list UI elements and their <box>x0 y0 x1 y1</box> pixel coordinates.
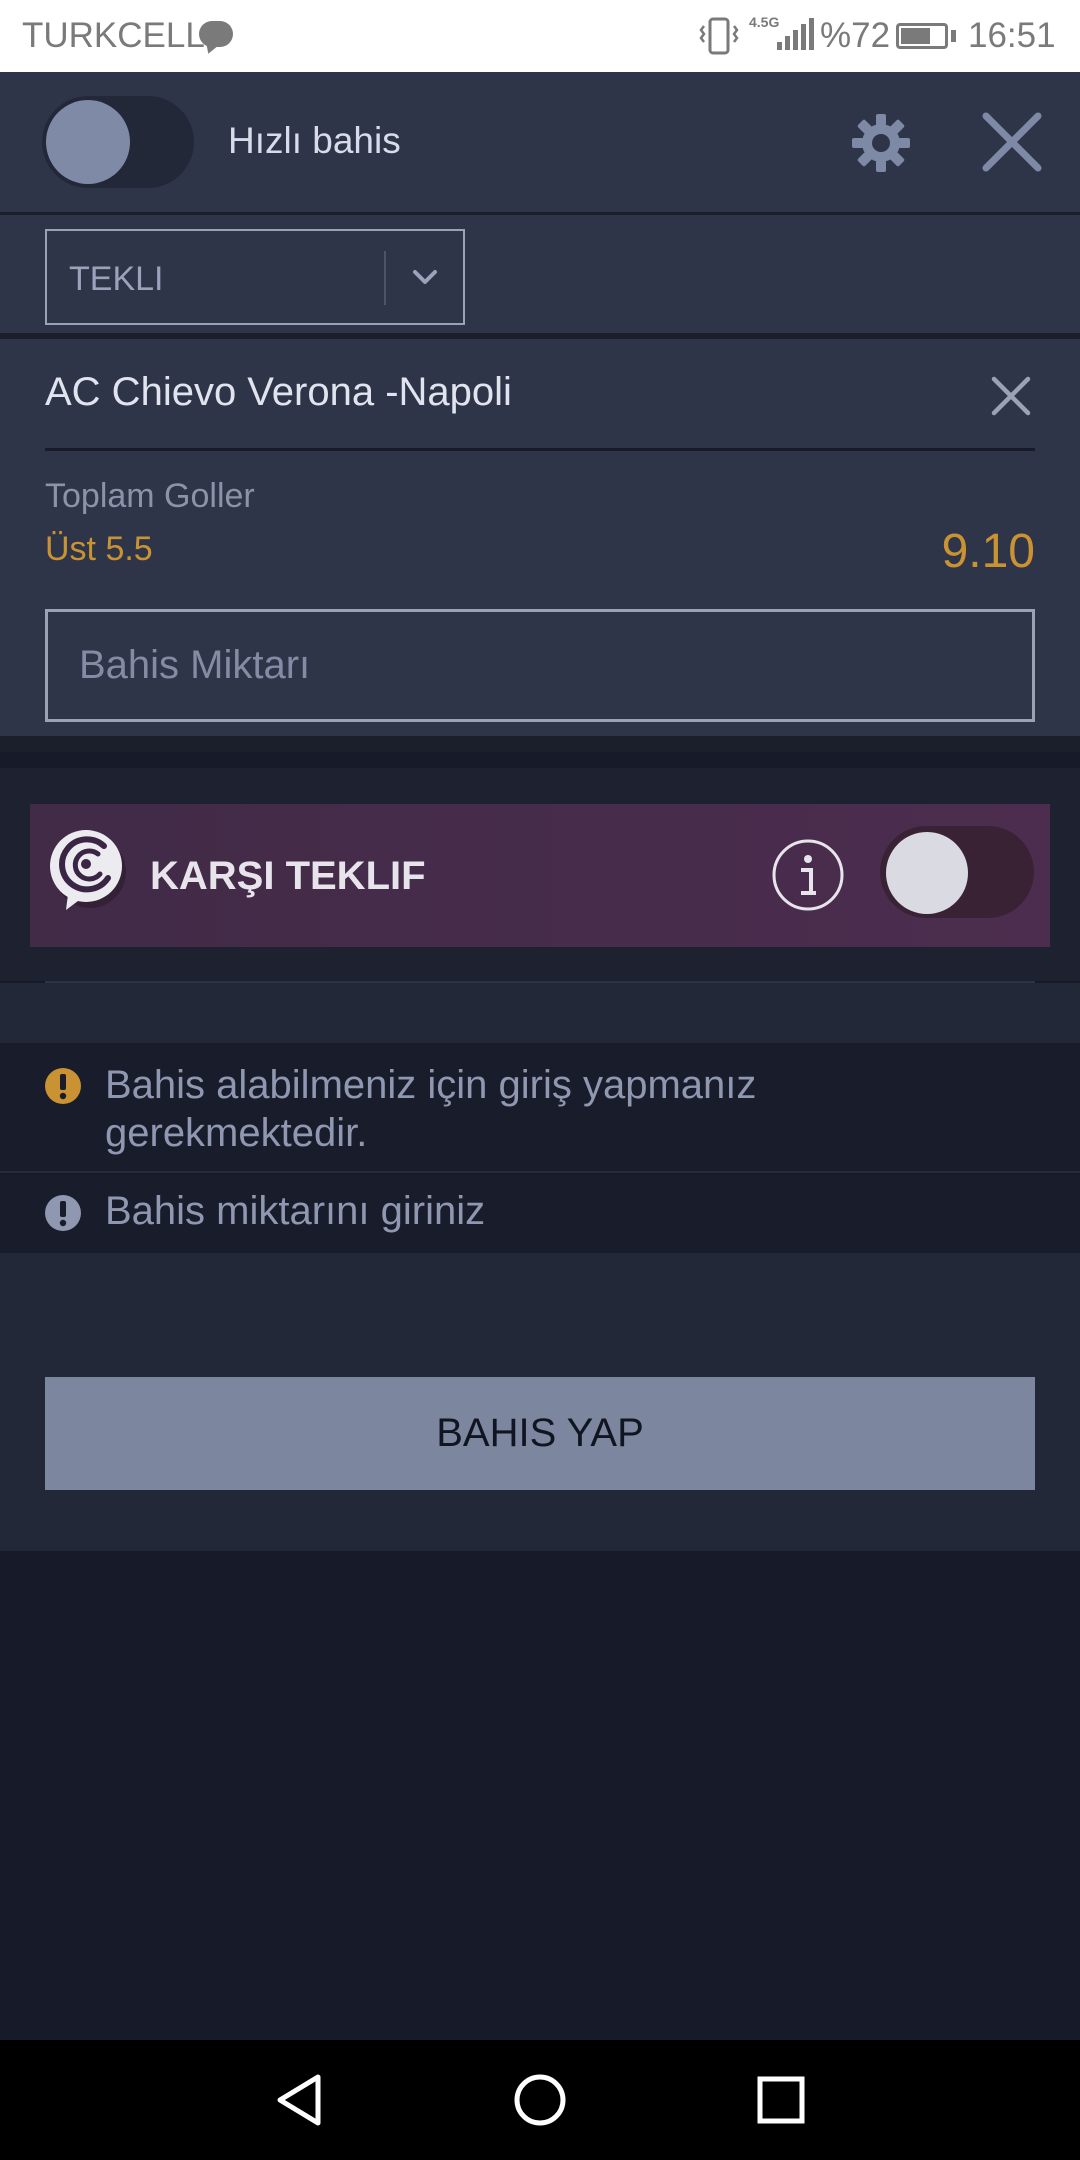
match-title: AC Chievo Verona -Napoli <box>45 370 512 414</box>
battery-icon <box>896 23 948 49</box>
toggle-knob <box>886 832 968 914</box>
remove-bet-icon[interactable] <box>990 375 1032 417</box>
bet-type-select[interactable]: TEKLI <box>45 229 465 325</box>
betslip-header: Hızlı bahis <box>0 72 1080 215</box>
vibrate-icon <box>699 17 739 55</box>
counter-offer-label: KARŞI TEKLIF <box>150 854 426 898</box>
counter-offer-banner: KARŞI TEKLIF <box>30 804 1050 947</box>
close-icon[interactable] <box>980 110 1044 174</box>
back-icon[interactable] <box>272 2072 328 2128</box>
counter-offer-logo-icon <box>50 830 126 910</box>
card-divider <box>45 448 1035 451</box>
alert-icon <box>45 1195 81 1231</box>
quick-bet-label: Hızlı bahis <box>228 120 401 161</box>
home-icon[interactable] <box>512 2072 568 2128</box>
stake-input[interactable] <box>45 609 1035 722</box>
select-divider <box>384 251 386 305</box>
action-area: BAHIS YAP <box>0 1253 1080 1551</box>
bet-type-value: TEKLI <box>69 260 164 298</box>
signal-icon <box>777 18 814 50</box>
carrier-name: TURKCELL <box>22 16 205 55</box>
quick-bet-toggle[interactable] <box>42 96 194 188</box>
place-bet-button[interactable]: BAHIS YAP <box>45 1377 1035 1490</box>
bet-type-row: TEKLI <box>0 215 1080 339</box>
chevron-down-icon <box>413 270 437 284</box>
settings-icon[interactable] <box>850 112 912 174</box>
status-bar: TURKCELL 4.5G %72 16:51 <box>0 0 1080 72</box>
selection-name: Üst 5.5 <box>45 530 153 568</box>
battery-percent: %72 <box>820 16 891 55</box>
stake-warning-text: Bahis miktarını giriniz <box>105 1189 486 1233</box>
counter-offer-section: KARŞI TEKLIF <box>0 768 1080 983</box>
login-warning-text: Bahis alabilmeniz için giriş yapmanız ge… <box>105 1063 757 1155</box>
message-icon <box>199 21 233 47</box>
bet-card: AC Chievo Verona -Napoli Toplam Goller Ü… <box>0 339 1080 752</box>
battery-level <box>901 28 931 44</box>
odds-value: 9.10 <box>941 525 1035 578</box>
login-warning: Bahis alabilmeniz için giriş yapmanız ge… <box>0 1043 1080 1173</box>
warning-icon <box>45 1068 81 1104</box>
battery-tip <box>951 30 956 42</box>
stake-warning: Bahis miktarını giriniz <box>0 1175 1080 1253</box>
navigation-bar <box>0 2040 1080 2160</box>
market-name: Toplam Goller <box>45 477 255 515</box>
recents-icon[interactable] <box>757 2076 805 2124</box>
counter-offer-toggle[interactable] <box>880 826 1034 918</box>
info-icon[interactable] <box>771 838 845 912</box>
spacer <box>0 983 1080 1043</box>
clock: 16:51 <box>968 16 1056 55</box>
toggle-knob <box>46 100 130 184</box>
